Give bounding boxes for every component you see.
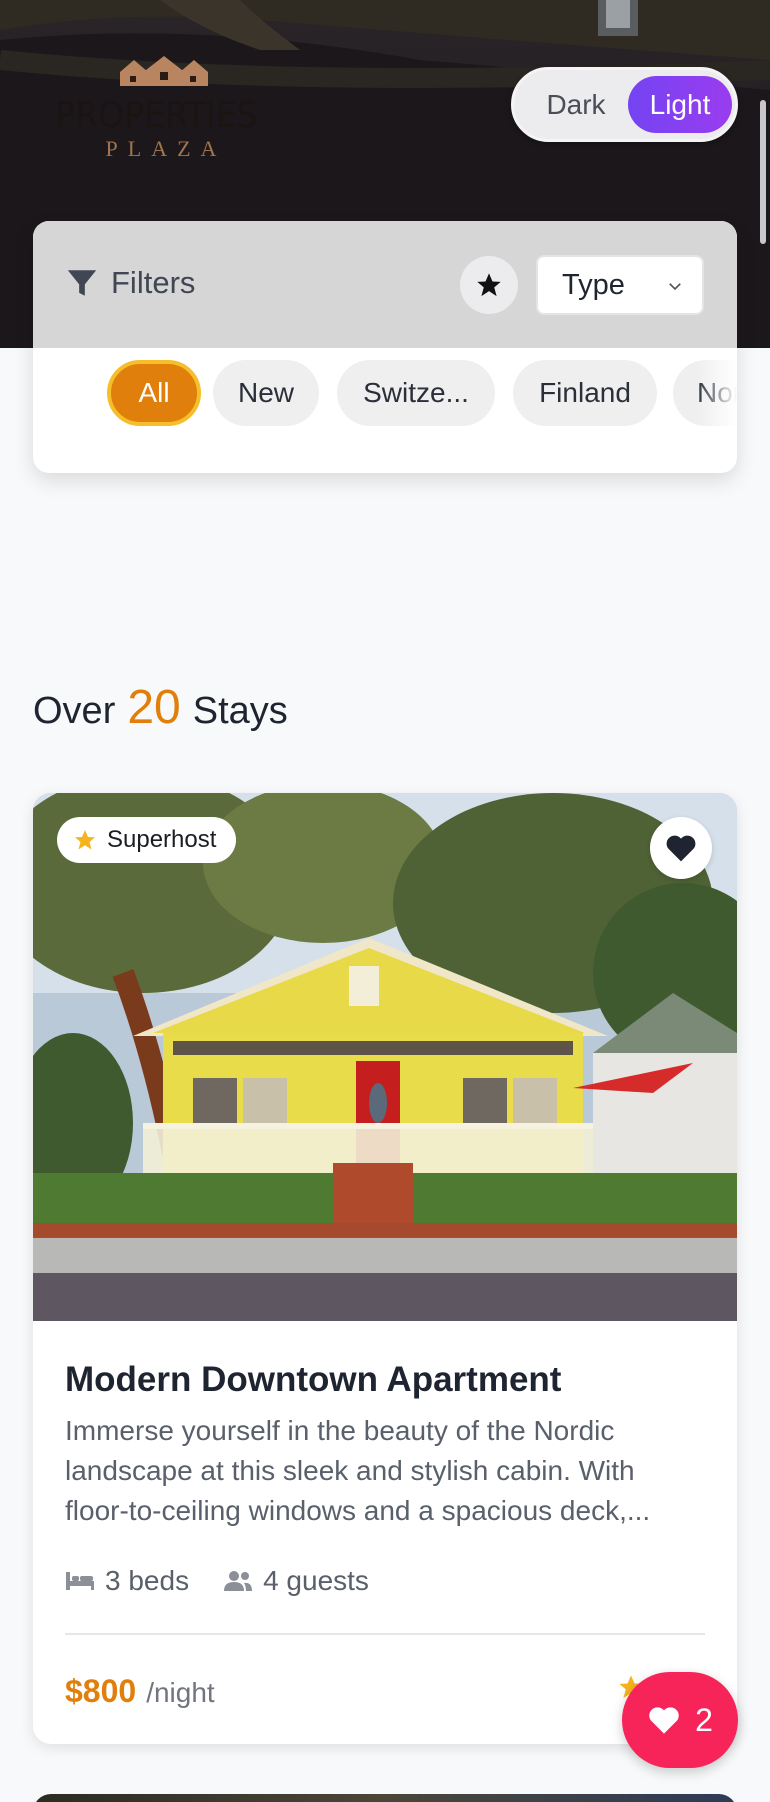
favorite-button[interactable] (650, 817, 712, 879)
superhost-label: Superhost (107, 826, 217, 853)
brand-subtitle: PLAZA (105, 136, 227, 161)
filters-title: Filters (65, 263, 195, 303)
listing-photo[interactable]: Superhost (33, 793, 737, 1321)
filter-icon (67, 270, 97, 296)
superhost-badge: Superhost (57, 817, 237, 863)
price-amount: $800 (65, 1673, 137, 1709)
houses-icon (120, 56, 208, 86)
users-icon (224, 1571, 253, 1591)
brand-title: PROPERTIES (55, 95, 258, 136)
price-unit: /night (146, 1677, 215, 1708)
theme-toggle[interactable]: Dark Light (511, 67, 738, 142)
stays-count: 20 (127, 681, 181, 734)
next-listing-card[interactable] (33, 1794, 737, 1802)
listing-title[interactable]: Modern Downtown Apartment (65, 1360, 561, 1400)
scrollbar[interactable] (760, 100, 766, 244)
favorites-fab[interactable]: 2 (622, 1672, 738, 1768)
chevron-down-icon (669, 283, 681, 291)
pills-fade (697, 354, 737, 434)
top-rated-button[interactable] (460, 256, 518, 314)
brand-logo[interactable]: PROPERTIES PLAZA (46, 52, 286, 162)
pill-new[interactable]: New (213, 360, 319, 426)
category-pills: All New Switze... Finland Nor (73, 354, 737, 434)
guests-info: 4 guests (223, 1565, 369, 1597)
stays-heading: Over 20 Stays (33, 680, 288, 735)
star-icon (75, 830, 95, 850)
listing-price: $800 /night (65, 1673, 215, 1710)
stays-prefix: Over (33, 690, 116, 732)
type-select-value: Type (562, 269, 625, 301)
type-select[interactable]: Type (536, 255, 704, 315)
filters-panel: Filters Type All New Switze... Finland N… (33, 221, 737, 473)
guests-label: 4 guests (263, 1565, 369, 1596)
favorites-count: 2 (695, 1701, 713, 1738)
listing-card[interactable]: Superhost Modern Downtown Apartment Imme… (33, 793, 737, 1744)
filters-label: Filters (111, 265, 196, 300)
bed-icon (66, 1572, 94, 1590)
theme-option-dark[interactable]: Dark (524, 76, 628, 133)
pill-switzerland[interactable]: Switze... (337, 360, 495, 426)
filters-header: Filters Type (33, 221, 737, 348)
beds-info: 3 beds (65, 1565, 189, 1597)
pill-all[interactable]: All (107, 360, 201, 426)
house-photo (33, 793, 737, 1321)
heart-icon (649, 1707, 679, 1734)
card-divider (65, 1633, 705, 1635)
pill-finland[interactable]: Finland (513, 360, 657, 426)
listing-meta: 3 beds 4 guests (65, 1565, 369, 1597)
theme-option-light[interactable]: Light (628, 76, 732, 133)
star-icon (477, 273, 501, 297)
beds-label: 3 beds (105, 1565, 190, 1596)
heart-icon (666, 835, 696, 862)
listing-description: Immerse yourself in the beauty of the No… (65, 1415, 651, 1526)
stays-suffix: Stays (192, 690, 288, 732)
